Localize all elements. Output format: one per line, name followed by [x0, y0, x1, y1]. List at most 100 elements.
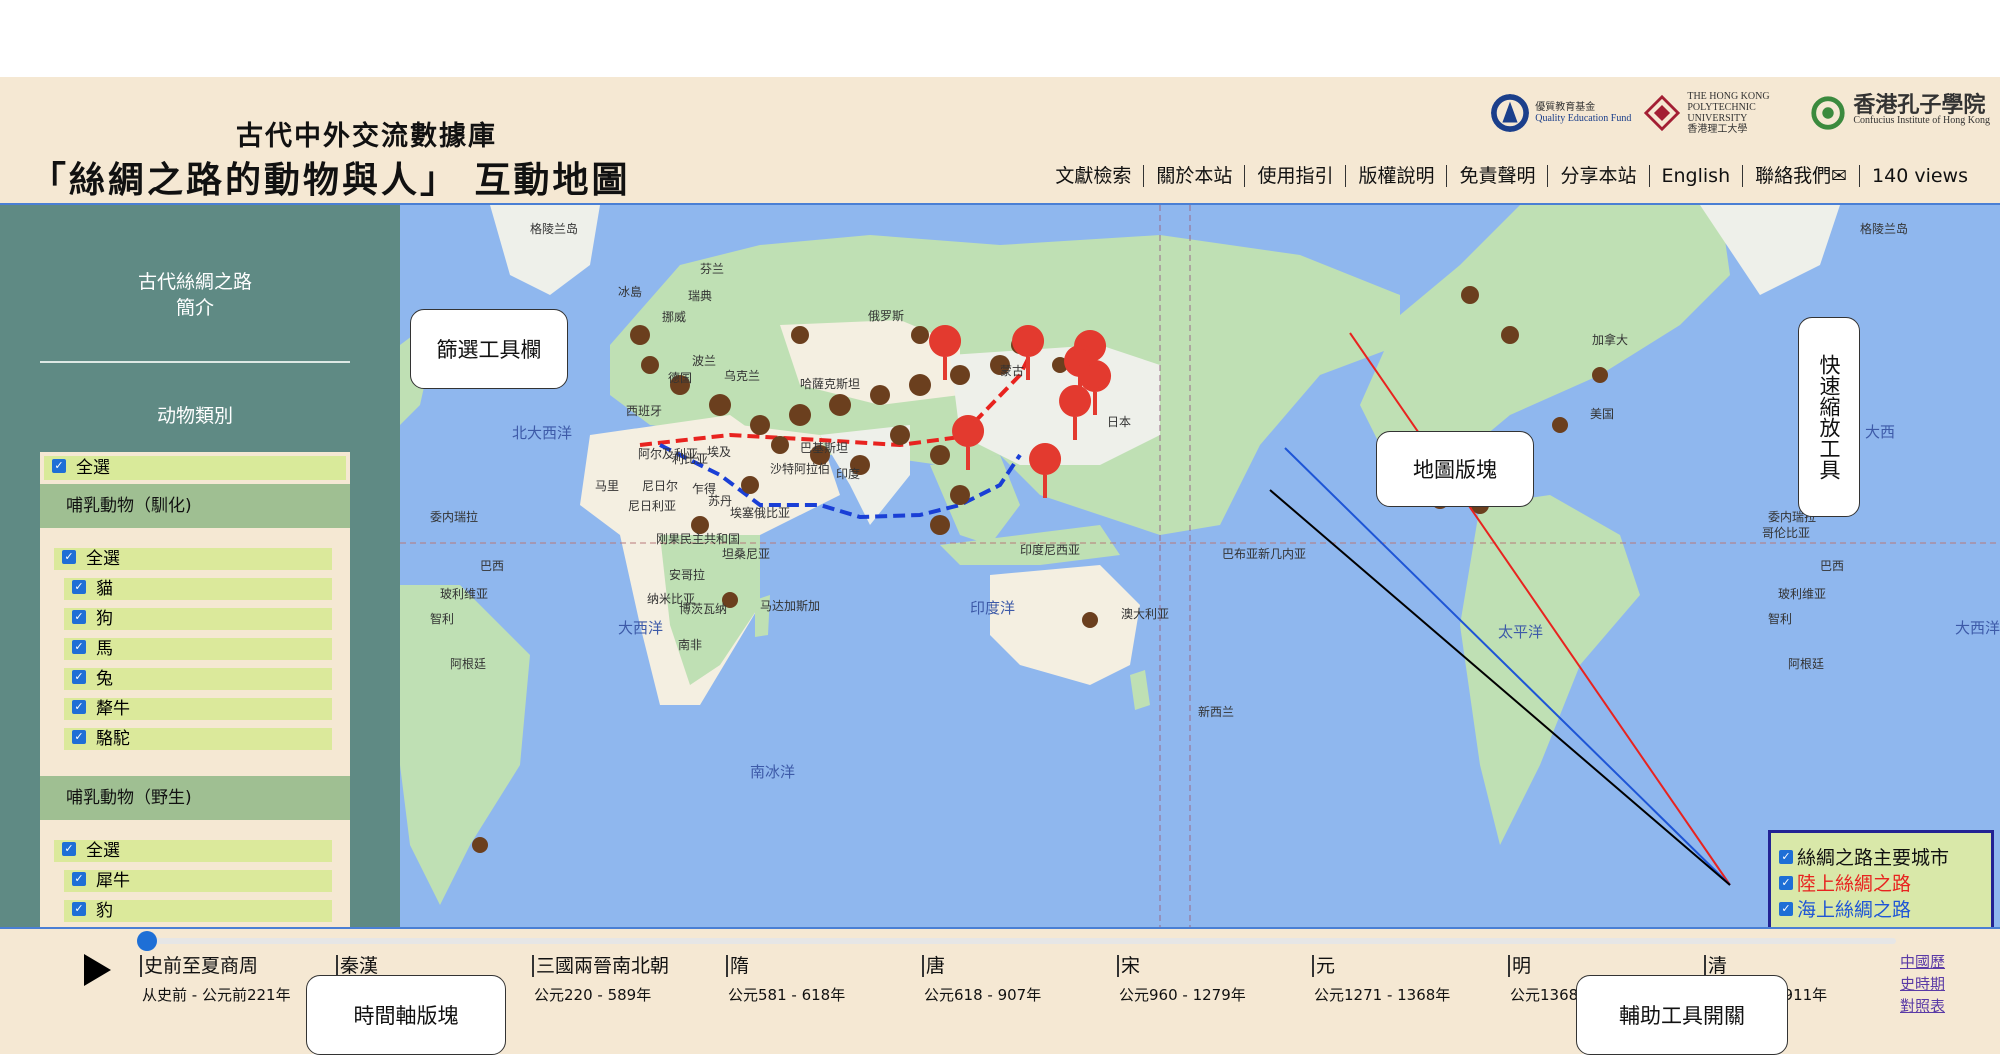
era-tang[interactable]: 唐公元618 - 907年: [922, 951, 1041, 1005]
filter-item-camel[interactable]: ✓ 駱駝: [64, 728, 332, 750]
checkbox-checked-icon[interactable]: ✓: [72, 902, 86, 916]
label-madagascar: 马达加斯加: [760, 599, 820, 613]
label-drc: 刚果民主共和国: [656, 532, 740, 546]
select-all-animals[interactable]: ✓ 全選: [44, 456, 346, 480]
label-north-atlantic: 北大西洋: [512, 424, 572, 442]
label-southern-ocean: 南冰洋: [750, 763, 795, 781]
checkbox-checked-icon[interactable]: ✓: [72, 580, 86, 594]
world-map[interactable]: 格陵兰岛 格陵兰岛 冰島 芬兰 瑞典 挪威 波兰 德国 乌克兰 西班牙 俄罗斯 …: [400, 205, 2000, 927]
label-kazakhstan: 哈薩克斯坦: [800, 377, 860, 391]
label-brazil-right: 巴西: [1820, 559, 1844, 573]
label-atlantic-left: 大西洋: [618, 619, 663, 637]
nav-share[interactable]: 分享本站: [1548, 165, 1650, 187]
label-chile-right: 智利: [1768, 611, 1792, 626]
label-sweden: 瑞典: [688, 289, 712, 303]
nav-literature-search[interactable]: 文獻檢索: [1043, 165, 1145, 187]
label-saudi: 沙特阿拉伯: [770, 461, 830, 476]
checkbox-checked-icon[interactable]: ✓: [72, 610, 86, 624]
timeline-track[interactable]: [146, 938, 1896, 944]
filter-item-rabbit[interactable]: ✓ 兔: [64, 668, 332, 690]
view-count: 140 views: [1872, 165, 1968, 187]
qef-logo-icon: [1491, 94, 1530, 132]
label-greenland-left: 格陵兰岛: [530, 221, 578, 236]
label-sudan: 苏丹: [708, 494, 732, 508]
label-new-zealand: 新西兰: [1198, 704, 1234, 719]
group-title-domestic-mammals[interactable]: 哺乳動物（馴化): [40, 484, 350, 528]
nav-disclaimer[interactable]: 免責聲明: [1447, 165, 1549, 187]
checkbox-checked-icon[interactable]: ✓: [72, 670, 86, 684]
nav-guide[interactable]: 使用指引: [1245, 165, 1347, 187]
qef-logo[interactable]: 優質教育基金 Quality Education Fund: [1491, 94, 1631, 132]
timeline-panel: 史前至夏商周 从史前 - 公元前221年 秦漢 三國兩晉南北朝 公元220 - 58…: [0, 927, 2000, 1055]
filter-item-cat[interactable]: ✓ 貓: [64, 578, 332, 600]
era-prehistory[interactable]: 史前至夏商周 从史前 - 公元前221年: [140, 951, 291, 1005]
nav-about[interactable]: 關於本站: [1144, 165, 1246, 187]
label-russia: 俄罗斯: [868, 309, 904, 323]
filter-item-leopard[interactable]: ✓ 豹: [64, 900, 332, 922]
checkbox-checked-icon[interactable]: ✓: [1779, 875, 1793, 890]
checkbox-checked-icon[interactable]: ✓: [72, 700, 86, 714]
label-mali: 马里: [595, 479, 619, 493]
select-all-wild[interactable]: ✓ 全選: [54, 840, 332, 862]
checkbox-checked-icon[interactable]: ✓: [1779, 901, 1793, 916]
label-colombia: 哥伦比亚: [1762, 525, 1810, 540]
label-japan: 日本: [1107, 415, 1131, 429]
nav-copyright[interactable]: 版權說明: [1346, 165, 1448, 187]
site-title-line1: 古代中外交流數據庫: [236, 121, 497, 152]
label-argentina-right: 阿根廷: [1788, 657, 1824, 671]
label-ukraine: 乌克兰: [724, 368, 760, 383]
select-all-domestic[interactable]: ✓ 全選: [54, 548, 332, 570]
checkbox-checked-icon[interactable]: ✓: [62, 842, 76, 856]
callout-map-block: 地圖版塊: [1376, 431, 1534, 507]
animal-category-title: 动物類別: [156, 405, 233, 427]
label-norway: 挪威: [662, 310, 686, 324]
checkbox-checked-icon[interactable]: ✓: [72, 640, 86, 654]
checkbox-checked-icon[interactable]: ✓: [72, 730, 86, 744]
nav-english[interactable]: English: [1650, 165, 1744, 187]
silk-road-intro-link[interactable]: 古代絲綢之路 簡介: [40, 269, 350, 321]
filter-item-horse[interactable]: ✓ 馬: [64, 638, 332, 660]
filter-item-dog[interactable]: ✓ 狗: [64, 608, 332, 630]
timeline-knob[interactable]: [137, 931, 157, 951]
label-usa: 美国: [1590, 407, 1614, 421]
era-sui[interactable]: 隋公元581 - 618年: [726, 951, 845, 1005]
filter-panel: ✓ 全選 哺乳動物（馴化) ✓ 全選 ✓ 貓 ✓ 狗 ✓ 馬 ✓ 兔 ✓ 犛牛 ✓ 駱駝 哺乳動…: [40, 452, 350, 927]
site-title-line2: 「絲綢之路的動物與人」 互動地圖: [30, 159, 631, 201]
era-yuan[interactable]: 元公元1271 - 1368年: [1312, 951, 1450, 1005]
nav-contact[interactable]: 聯絡我們✉: [1743, 165, 1861, 187]
polyu-logo[interactable]: THE HONG KONG POLYTECHNIC UNIVERSITY 香港理工…: [1643, 91, 1797, 135]
label-atlantic-cut: 大西: [1865, 423, 1895, 441]
label-pakistan: 巴基斯坦: [800, 441, 848, 455]
toggle-sea-route[interactable]: ✓ 海上絲綢之路: [1779, 895, 1911, 922]
label-venezuela-left: 委内瑞拉: [430, 509, 478, 524]
filter-item-yak[interactable]: ✓ 犛牛: [64, 698, 332, 720]
callout-aux-toggle: 輔助工具開關: [1576, 975, 1788, 1055]
filter-item-rhino[interactable]: ✓ 犀牛: [64, 870, 332, 892]
checkbox-checked-icon[interactable]: ✓: [72, 872, 86, 886]
checkbox-checked-icon[interactable]: ✓: [1779, 849, 1793, 864]
label-pacific: 太平洋: [1498, 623, 1543, 641]
label-germany: 德国: [668, 370, 692, 385]
label-niger: 尼日尔: [642, 478, 678, 493]
group-title-wild-mammals[interactable]: 哺乳動物（野生): [40, 776, 350, 820]
era-ming[interactable]: 明公元1368: [1508, 951, 1578, 1005]
toggle-major-cities-label: 絲綢之路主要城市: [1797, 847, 1950, 869]
checkbox-checked-icon[interactable]: ✓: [52, 459, 66, 473]
label-chile-left: 智利: [430, 611, 454, 626]
label-iceland: 冰島: [618, 284, 642, 299]
label-brazil-left: 巴西: [480, 559, 504, 573]
label-bolivia-left: 玻利维亚: [440, 587, 488, 601]
map-canvas[interactable]: 格陵兰岛 格陵兰岛 冰島 芬兰 瑞典 挪威 波兰 德国 乌克兰 西班牙 俄罗斯 …: [400, 205, 2000, 927]
checkbox-checked-icon[interactable]: ✓: [62, 550, 76, 564]
auxiliary-toggles-panel: ✓ 絲綢之路主要城市 ✓ 陸上絲綢之路 ✓ 海上絲綢之路: [1768, 830, 1994, 927]
label-australia: 澳大利亚: [1121, 607, 1169, 621]
label-south-africa: 南非: [678, 637, 702, 652]
toggle-land-route[interactable]: ✓ 陸上絲綢之路: [1779, 869, 1911, 896]
era-song[interactable]: 宋公元960 - 1279年: [1117, 951, 1246, 1005]
toggle-major-cities[interactable]: ✓ 絲綢之路主要城市: [1779, 843, 1949, 870]
cihk-logo[interactable]: 香港孔子學院 Confucius Institute of Hong Kong: [1809, 94, 1990, 132]
play-icon[interactable]: [84, 954, 111, 986]
chronology-table-link[interactable]: 中國歷 史時期 對照表: [1900, 951, 1945, 1017]
era-three-kingdoms[interactable]: 三國兩晉南北朝 公元220 - 589年: [532, 951, 670, 1005]
callout-timeline-block: 時間軸版塊: [306, 975, 506, 1055]
